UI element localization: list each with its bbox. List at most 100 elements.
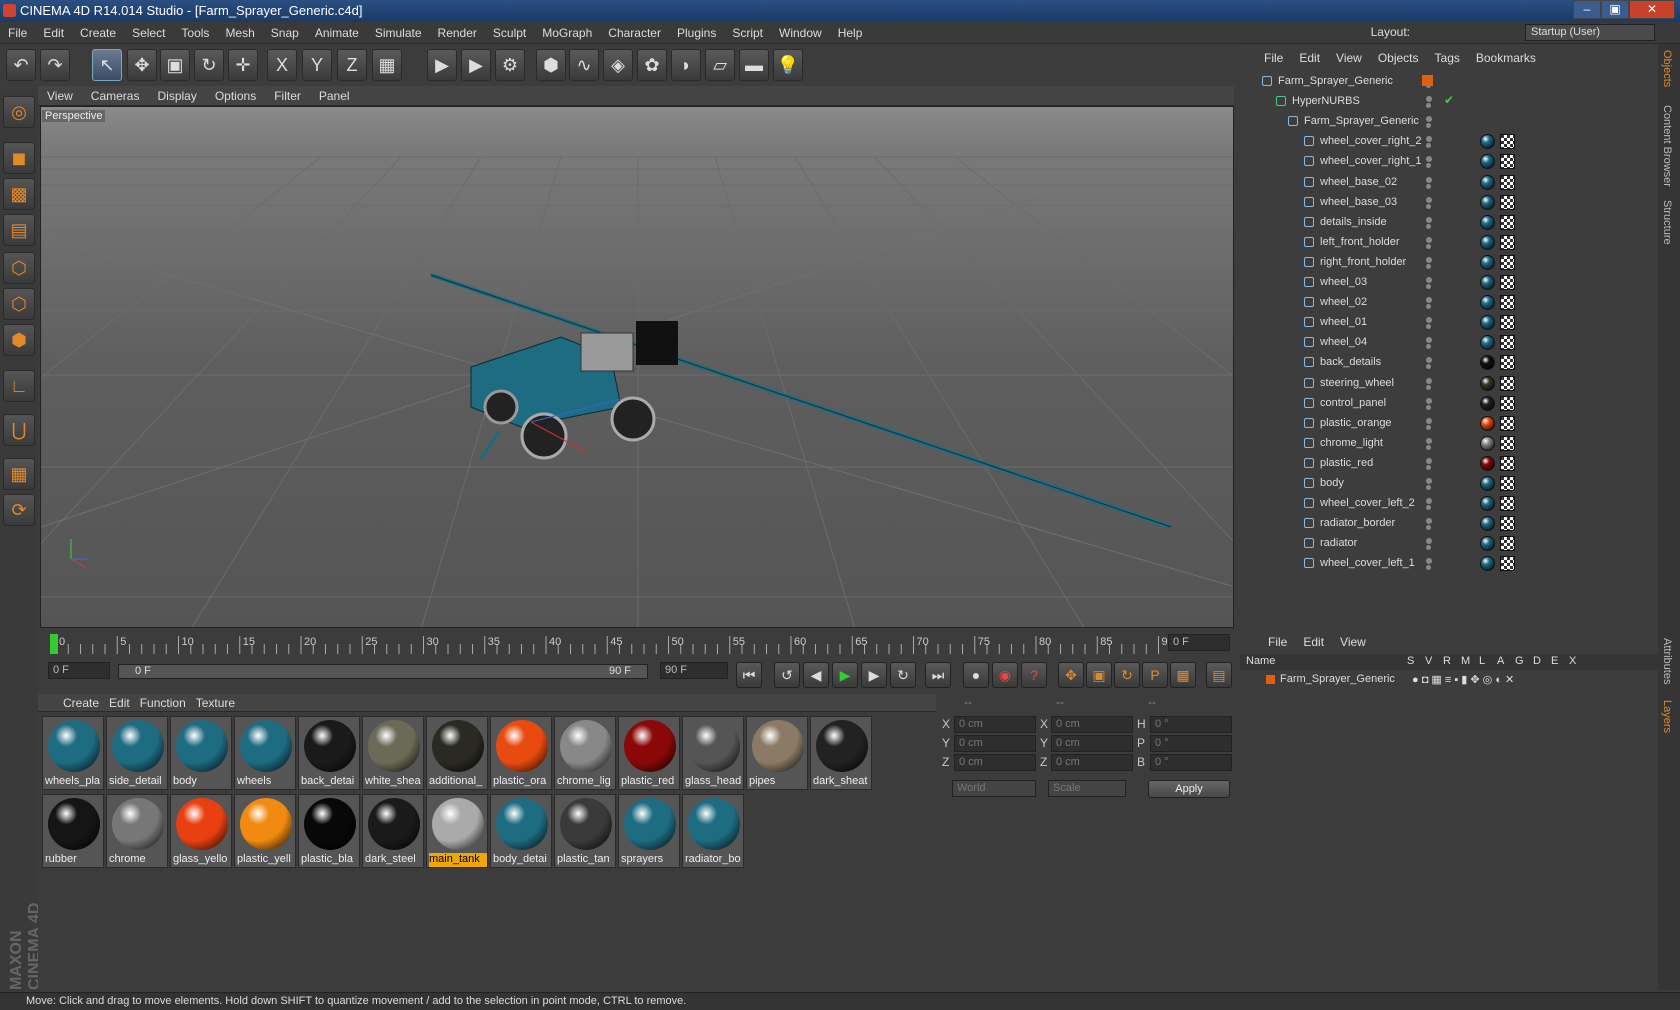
texture-tag-icon[interactable] xyxy=(1500,516,1515,532)
material-swatch[interactable]: sprayers xyxy=(618,794,680,868)
render-dot[interactable] xyxy=(1426,545,1431,551)
enabled-check-icon[interactable]: ✔ xyxy=(1444,93,1454,107)
render-dot[interactable] xyxy=(1426,404,1431,410)
object-row[interactable]: Farm_Sprayer_Generic xyxy=(1240,112,1658,131)
object-row[interactable]: wheel_04 xyxy=(1240,333,1658,352)
layout-select[interactable]: Startup (User) xyxy=(1525,24,1655,41)
polygons-mode-icon[interactable]: ⬢ xyxy=(3,324,35,356)
menu-sculpt[interactable]: Sculpt xyxy=(485,22,534,44)
render-dot[interactable] xyxy=(1426,324,1431,330)
material-swatch[interactable]: plastic_bla xyxy=(298,794,360,868)
material-tag-icon[interactable] xyxy=(1480,315,1495,331)
menu-mesh[interactable]: Mesh xyxy=(217,22,262,44)
prev-frame-button[interactable]: ◀ xyxy=(803,662,829,688)
deformer-icon[interactable]: ◗ xyxy=(671,49,701,81)
object-row[interactable]: Farm_Sprayer_Generic xyxy=(1240,72,1658,91)
play-button[interactable]: ▶ xyxy=(832,662,858,688)
timeline-window-icon[interactable]: ▤ xyxy=(1206,662,1232,688)
workplane-icon[interactable]: ▤ xyxy=(3,214,35,246)
material-swatch[interactable]: plastic_red xyxy=(618,716,680,790)
object-menu-bookmarks[interactable]: Bookmarks xyxy=(1468,48,1544,68)
visibility-dot[interactable] xyxy=(1426,96,1432,103)
material-tag-icon[interactable] xyxy=(1480,455,1495,471)
visibility-dot[interactable] xyxy=(1426,136,1432,143)
coord-pos-field[interactable]: 0 cm xyxy=(954,754,1036,771)
menu-render[interactable]: Render xyxy=(430,22,485,44)
material-tag-icon[interactable] xyxy=(1480,355,1495,371)
render-settings-icon[interactable]: ⚙ xyxy=(495,49,525,81)
key-scale-icon[interactable]: ▣ xyxy=(1086,662,1112,688)
material-tag-icon[interactable] xyxy=(1480,395,1495,411)
visibility-dot[interactable] xyxy=(1426,116,1432,123)
coord-mode-select[interactable]: World xyxy=(952,780,1036,797)
layer-column-header[interactable]: D xyxy=(1533,655,1541,667)
material-swatch[interactable]: plastic_yell xyxy=(234,794,296,868)
visibility-dot[interactable] xyxy=(1426,196,1432,203)
menu-window[interactable]: Window xyxy=(771,22,830,44)
material-swatch[interactable]: body xyxy=(170,716,232,790)
material-tag-icon[interactable] xyxy=(1480,556,1495,572)
texture-tag-icon[interactable] xyxy=(1500,496,1515,512)
menu-snap[interactable]: Snap xyxy=(263,22,307,44)
object-menu-file[interactable]: File xyxy=(1256,48,1291,68)
menu-edit[interactable]: Edit xyxy=(35,22,72,44)
render-dot[interactable] xyxy=(1426,203,1431,209)
start-frame-field[interactable]: 0 F xyxy=(48,662,110,679)
coord-size-field[interactable]: 0 cm xyxy=(1051,716,1133,733)
layer-menu-view[interactable]: View xyxy=(1332,632,1374,652)
texture-tag-icon[interactable] xyxy=(1500,536,1515,552)
visibility-dot[interactable] xyxy=(1426,457,1432,464)
material-tag-icon[interactable] xyxy=(1480,476,1495,491)
material-tag-icon[interactable] xyxy=(1480,375,1495,391)
render-dot[interactable] xyxy=(1426,344,1431,350)
render-dot[interactable] xyxy=(1426,183,1431,189)
camera-icon[interactable]: ▬ xyxy=(739,49,769,81)
visibility-dot[interactable] xyxy=(1426,377,1432,384)
menu-character[interactable]: Character xyxy=(600,22,669,44)
texture-tag-icon[interactable] xyxy=(1500,476,1515,491)
layer-row[interactable]: Farm_Sprayer_Generic ● ◘ ▦ ≡ ▪ ▮ ✥ ◎ ◐ ✕ xyxy=(1240,672,1658,688)
material-swatch[interactable]: side_detail xyxy=(106,716,168,790)
menu-help[interactable]: Help xyxy=(830,22,871,44)
layer-column-header[interactable]: E xyxy=(1551,655,1558,667)
material-swatch[interactable]: body_detai xyxy=(490,794,552,868)
maximize-button[interactable]: ▣ xyxy=(1601,0,1629,19)
object-row[interactable]: wheel_cover_right_2 xyxy=(1240,132,1658,151)
texture-tag-icon[interactable] xyxy=(1500,455,1515,471)
material-tag-icon[interactable] xyxy=(1480,516,1495,532)
axis-mode-icon[interactable]: ∟ xyxy=(3,370,35,402)
object-row[interactable]: plastic_orange xyxy=(1240,414,1658,433)
current-frame-field[interactable]: 0 F xyxy=(1168,634,1230,651)
menu-mograph[interactable]: MoGraph xyxy=(534,22,600,44)
object-row[interactable]: wheel_base_03 xyxy=(1240,193,1658,212)
object-row[interactable]: chrome_light xyxy=(1240,434,1658,453)
material-swatch[interactable]: chrome xyxy=(106,794,168,868)
material-swatch[interactable]: dark_steel xyxy=(362,794,424,868)
material-tag-icon[interactable] xyxy=(1480,435,1495,451)
material-tag-icon[interactable] xyxy=(1480,194,1495,210)
texture-tag-icon[interactable] xyxy=(1500,154,1515,170)
visibility-dot[interactable] xyxy=(1426,256,1432,263)
material-tag-icon[interactable] xyxy=(1480,295,1495,311)
end-frame-field[interactable]: 90 F xyxy=(660,662,728,679)
viewport-menu-view[interactable]: View xyxy=(38,86,82,106)
menu-simulate[interactable]: Simulate xyxy=(367,22,430,44)
layer-column-header[interactable]: G xyxy=(1515,655,1524,667)
layer-column-header[interactable]: X xyxy=(1569,655,1576,667)
apply-button[interactable]: Apply xyxy=(1148,780,1230,798)
material-swatch[interactable]: glass_head xyxy=(682,716,744,790)
render-view-icon[interactable]: ▶ xyxy=(427,49,457,81)
object-row[interactable]: right_front_holder xyxy=(1240,253,1658,272)
object-row[interactable]: HyperNURBS ✔ xyxy=(1240,92,1658,111)
key-rotate-icon[interactable]: ↻ xyxy=(1114,662,1140,688)
texture-tag-icon[interactable] xyxy=(1500,275,1515,290)
visibility-dot[interactable] xyxy=(1426,277,1432,283)
light-icon[interactable]: 💡 xyxy=(773,49,803,81)
x-axis-icon[interactable]: X xyxy=(267,49,297,81)
render-dot[interactable] xyxy=(1426,424,1431,430)
edges-mode-icon[interactable]: ⬡ xyxy=(3,288,35,320)
menu-tools[interactable]: Tools xyxy=(173,22,217,44)
texture-tag-icon[interactable] xyxy=(1500,415,1515,431)
render-dot[interactable] xyxy=(1426,284,1431,289)
material-swatch[interactable]: main_tank xyxy=(426,794,488,868)
